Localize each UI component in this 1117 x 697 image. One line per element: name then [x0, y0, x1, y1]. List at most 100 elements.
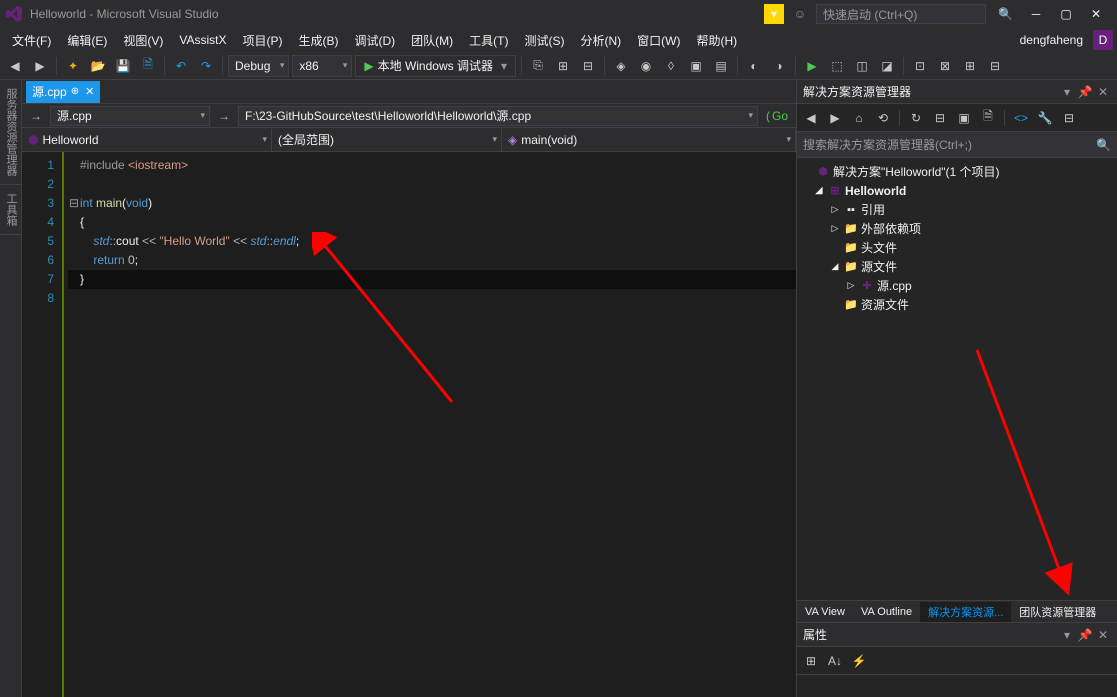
path-combo[interactable]: F:\23-GitHubSource\test\Helloworld\Hello…	[238, 106, 758, 126]
se-forward-icon[interactable]: ▶	[825, 108, 845, 128]
fold-icon[interactable]: ⊟	[68, 194, 80, 213]
open-file-button[interactable]: 📂	[87, 55, 109, 77]
menu-project[interactable]: 项目(P)	[234, 29, 290, 51]
menu-edit[interactable]: 编辑(E)	[59, 29, 115, 51]
expand-icon[interactable]: ▷	[829, 223, 841, 234]
toolbar-btn-2[interactable]: ⊞	[552, 55, 574, 77]
toolbar-btn-6[interactable]: ◊	[660, 55, 682, 77]
props-sort-icon[interactable]: A↓	[825, 651, 845, 671]
redo-button[interactable]: ↷	[195, 55, 217, 77]
expand-icon[interactable]: ◢	[829, 261, 841, 272]
toolbar-btn-14[interactable]: ⊡	[909, 55, 931, 77]
panel-close-icon[interactable]: ✕	[1095, 84, 1111, 100]
se-code-icon[interactable]: <>	[1011, 108, 1031, 128]
scope-project[interactable]: ⬢Helloworld	[22, 129, 272, 151]
toolbox-tab[interactable]: 工具箱	[0, 185, 21, 235]
toolbar-btn-11[interactable]: ⬚	[826, 55, 848, 77]
external-node[interactable]: ▷📁外部依赖项	[797, 219, 1117, 238]
undo-button[interactable]: ↶	[170, 55, 192, 77]
sources-node[interactable]: ◢📁源文件	[797, 257, 1117, 276]
menu-analyze[interactable]: 分析(N)	[572, 29, 629, 51]
headers-node[interactable]: 📁头文件	[797, 238, 1117, 257]
save-all-button[interactable]: 🗎	[137, 55, 159, 77]
menu-help[interactable]: 帮助(H)	[688, 29, 745, 51]
file-combo[interactable]: 源.cpp	[50, 106, 210, 126]
menu-file[interactable]: 文件(F)	[4, 29, 59, 51]
resources-node[interactable]: 📁资源文件	[797, 295, 1117, 314]
nav-dropdown-icon[interactable]: →	[26, 106, 46, 126]
user-name[interactable]: dengfaheng	[1014, 33, 1089, 47]
se-wrench-icon[interactable]: 🔧	[1035, 108, 1055, 128]
nav-back-button[interactable]: ◀	[4, 55, 26, 77]
menu-debug[interactable]: 调试(D)	[346, 29, 403, 51]
minimize-button[interactable]: ─	[1021, 4, 1051, 24]
close-tab-icon[interactable]: ✕	[85, 85, 94, 98]
se-home-icon[interactable]: ⌂	[849, 108, 869, 128]
toolbar-btn-16[interactable]: ⊞	[959, 55, 981, 77]
tab-va-outline[interactable]: VA Outline	[853, 602, 920, 622]
close-button[interactable]: ✕	[1081, 4, 1111, 24]
menu-team[interactable]: 团队(M)	[403, 29, 461, 51]
panel-menu-icon[interactable]: ▾	[1059, 627, 1075, 643]
toolbar-btn-7[interactable]: ▣	[685, 55, 707, 77]
expand-icon[interactable]: ◢	[813, 185, 825, 196]
toolbar-btn-9[interactable]: ◐	[743, 55, 765, 77]
code-editor[interactable]: 1 2 3 4 5 6 7 8 #include <iostream> ⊟int…	[22, 152, 796, 697]
new-project-button[interactable]: ✦	[62, 55, 84, 77]
se-props-icon[interactable]: 🗎	[978, 108, 998, 128]
expand-icon[interactable]: ▷	[845, 280, 857, 291]
notification-flag-icon[interactable]: ▾	[764, 4, 784, 24]
se-sync-icon[interactable]: ⟲	[873, 108, 893, 128]
se-more-icon[interactable]: ⊟	[1059, 108, 1079, 128]
start-debug-button[interactable]: ▶本地 Windows 调试器▾	[355, 55, 516, 77]
toolbar-btn-10[interactable]: ◑	[768, 55, 790, 77]
menu-window[interactable]: 窗口(W)	[629, 29, 688, 51]
scope-function[interactable]: ◈main(void)	[502, 129, 796, 151]
menu-vassistx[interactable]: VAssistX	[171, 29, 234, 51]
search-icon[interactable]: 🔍	[998, 7, 1013, 21]
tab-va-view[interactable]: VA View	[797, 602, 853, 622]
solution-tree[interactable]: ⬢解决方案"Helloworld"(1 个项目) ◢⊞Helloworld ▷▪…	[797, 158, 1117, 600]
toolbar-btn-4[interactable]: ◈	[610, 55, 632, 77]
panel-pin-icon[interactable]: 📌	[1077, 627, 1093, 643]
se-showall-icon[interactable]: ▣	[954, 108, 974, 128]
tab-team-explorer[interactable]: 团队资源管理器	[1011, 602, 1104, 622]
quick-launch-input[interactable]: 快速启动 (Ctrl+Q)	[816, 4, 986, 24]
solution-search[interactable]: 搜索解决方案资源管理器(Ctrl+;) 🔍	[797, 132, 1117, 158]
server-explorer-tab[interactable]: 服务器资源管理器	[0, 80, 21, 185]
menu-build[interactable]: 生成(B)	[290, 29, 346, 51]
menu-tools[interactable]: 工具(T)	[461, 29, 516, 51]
project-node[interactable]: ◢⊞Helloworld	[797, 181, 1117, 200]
se-refresh-icon[interactable]: ↻	[906, 108, 926, 128]
toolbar-btn-1[interactable]: ⎘	[527, 55, 549, 77]
menu-test[interactable]: 测试(S)	[516, 29, 572, 51]
nav-forward-button[interactable]: ▶	[29, 55, 51, 77]
code-text[interactable]: #include <iostream> ⊟int main(void) { st…	[62, 152, 796, 697]
toolbar-btn-8[interactable]: ▤	[710, 55, 732, 77]
expand-icon[interactable]: ▷	[829, 204, 841, 215]
go-button[interactable]: (Go	[762, 109, 792, 123]
scope-global[interactable]: (全局范围)	[272, 129, 502, 151]
toolbar-btn-3[interactable]: ⊟	[577, 55, 599, 77]
toolbar-btn-12[interactable]: ◫	[851, 55, 873, 77]
toolbar-btn-13[interactable]: ◪	[876, 55, 898, 77]
props-events-icon[interactable]: ⚡	[849, 651, 869, 671]
config-combo[interactable]: Debug	[228, 55, 289, 77]
run-icon[interactable]: ▶	[801, 55, 823, 77]
toolbar-btn-5[interactable]: ◉	[635, 55, 657, 77]
user-avatar[interactable]: D	[1093, 30, 1113, 50]
refs-node[interactable]: ▷▪▪引用	[797, 200, 1117, 219]
file-tab-source[interactable]: 源.cpp ⊕ ✕	[26, 81, 100, 103]
se-back-icon[interactable]: ◀	[801, 108, 821, 128]
pin-icon[interactable]: ⊕	[71, 86, 79, 97]
toolbar-btn-15[interactable]: ⊠	[934, 55, 956, 77]
nav-go-icon[interactable]: →	[214, 106, 234, 126]
panel-menu-icon[interactable]: ▾	[1059, 84, 1075, 100]
toolbar-btn-17[interactable]: ⊟	[984, 55, 1006, 77]
solution-node[interactable]: ⬢解决方案"Helloworld"(1 个项目)	[797, 162, 1117, 181]
maximize-button[interactable]: ▢	[1051, 4, 1081, 24]
feedback-icon[interactable]: ☺	[790, 4, 810, 24]
platform-combo[interactable]: x86	[292, 55, 352, 77]
panel-close-icon[interactable]: ✕	[1095, 627, 1111, 643]
source-file-node[interactable]: ▷✚源.cpp	[797, 276, 1117, 295]
